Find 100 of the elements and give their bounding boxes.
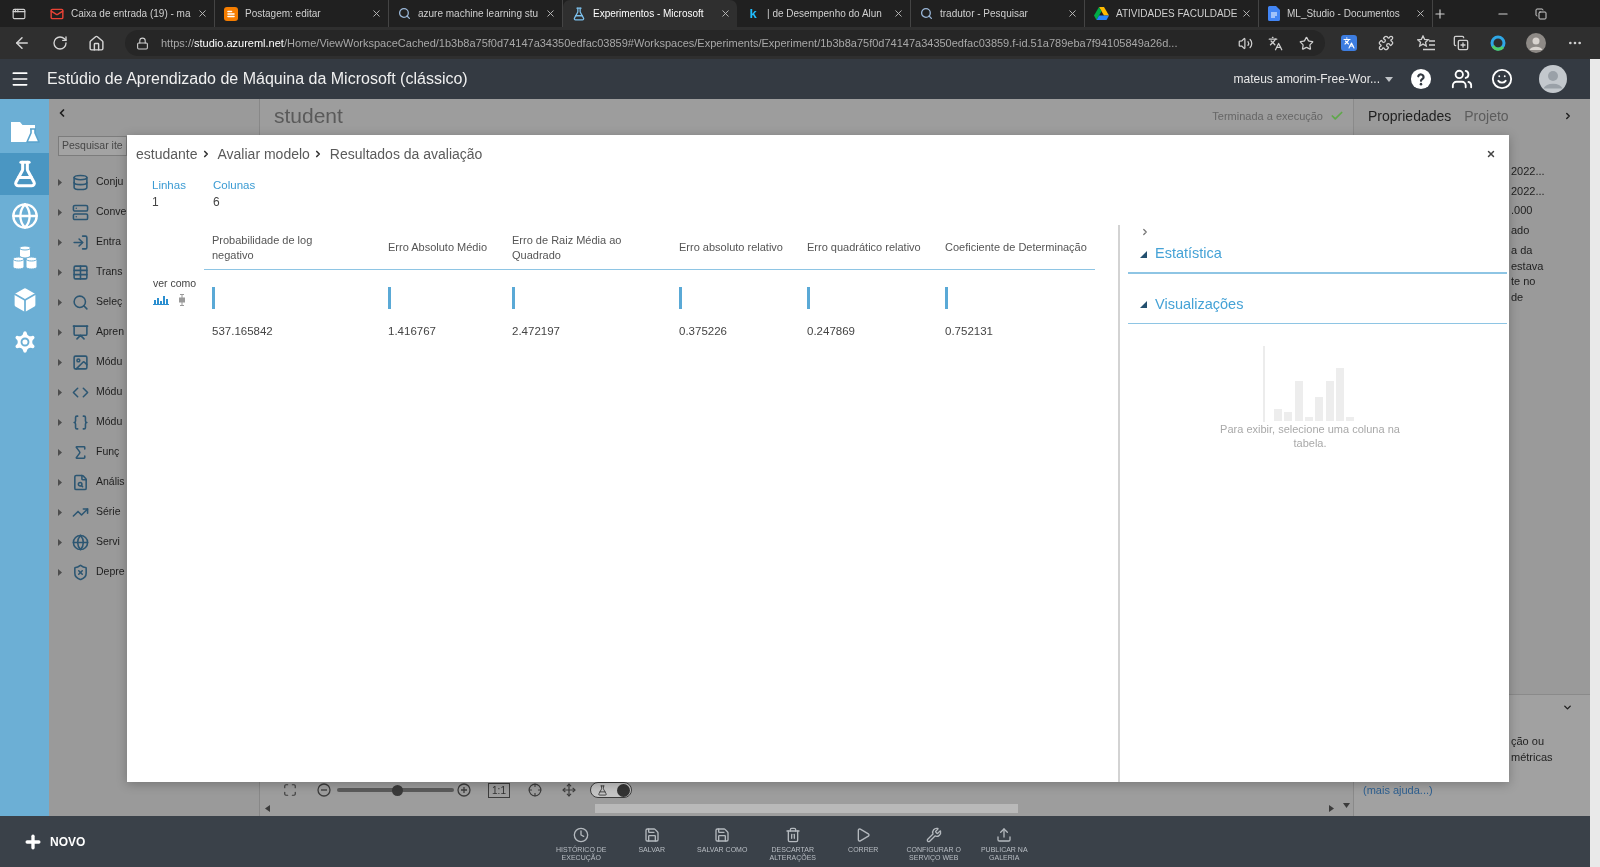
account-dropdown[interactable]: mateus amorim-Free-Wor... — [1233, 70, 1393, 88]
panel-tab[interactable]: Propriedades — [1368, 105, 1452, 127]
caret-right-icon[interactable] — [57, 568, 63, 576]
caret-right-icon[interactable] — [57, 328, 63, 336]
close-icon[interactable] — [371, 8, 382, 19]
close-icon[interactable] — [720, 8, 731, 19]
palette-item[interactable]: Conve — [57, 197, 127, 227]
column-header[interactable]: Erro quadrático relativo — [807, 240, 921, 255]
palette-item[interactable]: Seleç — [57, 287, 123, 317]
caret-right-icon[interactable] — [57, 388, 63, 396]
back-icon[interactable] — [13, 34, 31, 52]
actual-size-button[interactable]: 1:1 — [488, 782, 510, 798]
description-text: te no — [1511, 274, 1536, 289]
people-icon[interactable] — [1451, 68, 1473, 90]
caret-right-icon[interactable] — [57, 298, 63, 306]
palette-item[interactable]: Módu — [57, 377, 123, 407]
zoom-out-icon[interactable] — [317, 783, 331, 797]
copy-plus-icon[interactable] — [1453, 35, 1469, 51]
caret-right-icon[interactable] — [57, 238, 63, 246]
palette-item[interactable]: Funç — [57, 437, 120, 467]
zoom-slider[interactable] — [337, 784, 454, 796]
close-icon[interactable] — [1241, 8, 1252, 19]
close-icon[interactable] — [1067, 8, 1078, 19]
speaker-icon[interactable] — [1238, 35, 1253, 51]
toggle-knob[interactable] — [617, 783, 630, 797]
palette-item[interactable]: Trans — [57, 257, 123, 287]
page-scrollbar[interactable] — [1590, 59, 1600, 867]
palette-item[interactable]: Série — [57, 497, 121, 527]
toggle-switch[interactable] — [590, 782, 632, 798]
palette-item[interactable]: Servi — [57, 527, 120, 557]
palette-item[interactable]: Entra — [57, 227, 122, 257]
reload-icon[interactable] — [52, 35, 68, 51]
column-header[interactable]: Erro Absoluto Médio — [388, 240, 488, 255]
close-icon[interactable] — [893, 8, 904, 19]
scroll-left-icon[interactable] — [265, 804, 270, 812]
address-bar[interactable]: https://studio.azureml.net/Home/ViewWorkspaceCached/1b3b8a75f0d74147a34350edfac03859#Workspaces/Experiments/Experiment/1b3b8a75f0d74147a34350edfac03859.f-id.51a789eba7f94105849a26d... — [125, 30, 1325, 56]
column-header[interactable]: Coeficiente de Determinação — [945, 240, 1087, 255]
restore-icon[interactable] — [1535, 7, 1547, 20]
table-cell: 0.375226 — [679, 324, 727, 338]
slider-thumb[interactable] — [392, 784, 404, 796]
palette-item[interactable]: Anális — [57, 467, 125, 497]
home-icon[interactable] — [88, 34, 105, 52]
new-tab-icon[interactable] — [1433, 6, 1447, 21]
caret-right-icon[interactable] — [57, 268, 63, 276]
palette-item[interactable]: Módu — [57, 347, 123, 377]
column-header[interactable]: Probabilidade de log negativo — [212, 232, 334, 263]
caret-right-icon[interactable] — [57, 508, 63, 516]
scroll-right-icon[interactable] — [1329, 804, 1334, 812]
avatar-icon[interactable] — [1539, 65, 1567, 93]
menu-icon[interactable] — [10, 69, 30, 89]
scrollbar-thumb[interactable] — [595, 803, 1018, 813]
close-icon[interactable] — [197, 8, 208, 19]
folder-flask-icon — [9, 119, 40, 145]
shield-x-icon — [72, 563, 89, 581]
star-list-icon[interactable] — [1417, 35, 1435, 51]
translate-tile-icon[interactable] — [1341, 35, 1357, 51]
close-icon[interactable] — [545, 8, 556, 19]
avatar-icon[interactable] — [1526, 33, 1546, 53]
check-icon — [1330, 109, 1344, 123]
crosshair-icon[interactable] — [528, 783, 542, 797]
palette-item[interactable]: Depre — [57, 557, 125, 587]
search-icon — [398, 7, 411, 20]
scroll-down-icon[interactable] — [1343, 802, 1350, 808]
chevron-right-icon[interactable] — [1140, 227, 1150, 237]
box-plot-icon[interactable] — [178, 294, 186, 306]
palette-item[interactable]: Apren — [57, 317, 125, 347]
zoom-in-icon[interactable] — [457, 783, 471, 797]
caret-right-icon[interactable] — [57, 178, 63, 186]
column-header[interactable]: Erro absoluto relativo — [679, 240, 783, 255]
histogram-view-icon[interactable] — [153, 295, 169, 305]
fit-frame-icon[interactable] — [283, 783, 297, 797]
close-icon[interactable] — [1415, 8, 1426, 19]
nav-button[interactable] — [0, 153, 49, 195]
star-icon[interactable] — [1299, 35, 1314, 51]
help-icon[interactable] — [1410, 68, 1432, 90]
chevron-right-icon[interactable] — [1563, 111, 1573, 121]
caret-right-icon[interactable] — [57, 418, 63, 426]
search-field[interactable]: Pesquisar ite — [58, 136, 127, 156]
window-icon[interactable] — [12, 6, 26, 21]
breadcrumb-item[interactable]: estudante — [136, 143, 198, 165]
caret-right-icon[interactable] — [57, 478, 63, 486]
caret-right-icon[interactable] — [57, 448, 63, 456]
move-icon[interactable] — [562, 783, 576, 797]
puzzle-icon[interactable] — [1378, 35, 1394, 51]
translate-icon[interactable] — [1268, 35, 1283, 51]
caret-right-icon[interactable] — [57, 208, 63, 216]
browser-tab[interactable]: Experimentos - Microsoft — [563, 0, 737, 27]
caret-right-icon[interactable] — [57, 538, 63, 546]
new-button[interactable]: NOVO — [23, 832, 103, 852]
breadcrumb-item[interactable]: Avaliar modelo — [217, 143, 310, 165]
property-value: 2022... — [1511, 183, 1545, 199]
caret-right-icon[interactable] — [57, 358, 63, 366]
ring-logo-icon[interactable] — [1490, 35, 1506, 51]
palette-item[interactable]: Conju — [57, 167, 124, 197]
column-header[interactable]: Erro de Raiz Média ao Quadrado — [512, 232, 634, 263]
flask-icon — [597, 784, 608, 796]
palette-item[interactable]: Módu — [57, 407, 123, 437]
caret-icon — [1385, 76, 1393, 82]
close-icon[interactable] — [1486, 149, 1496, 159]
smiley-icon[interactable] — [1491, 68, 1513, 90]
